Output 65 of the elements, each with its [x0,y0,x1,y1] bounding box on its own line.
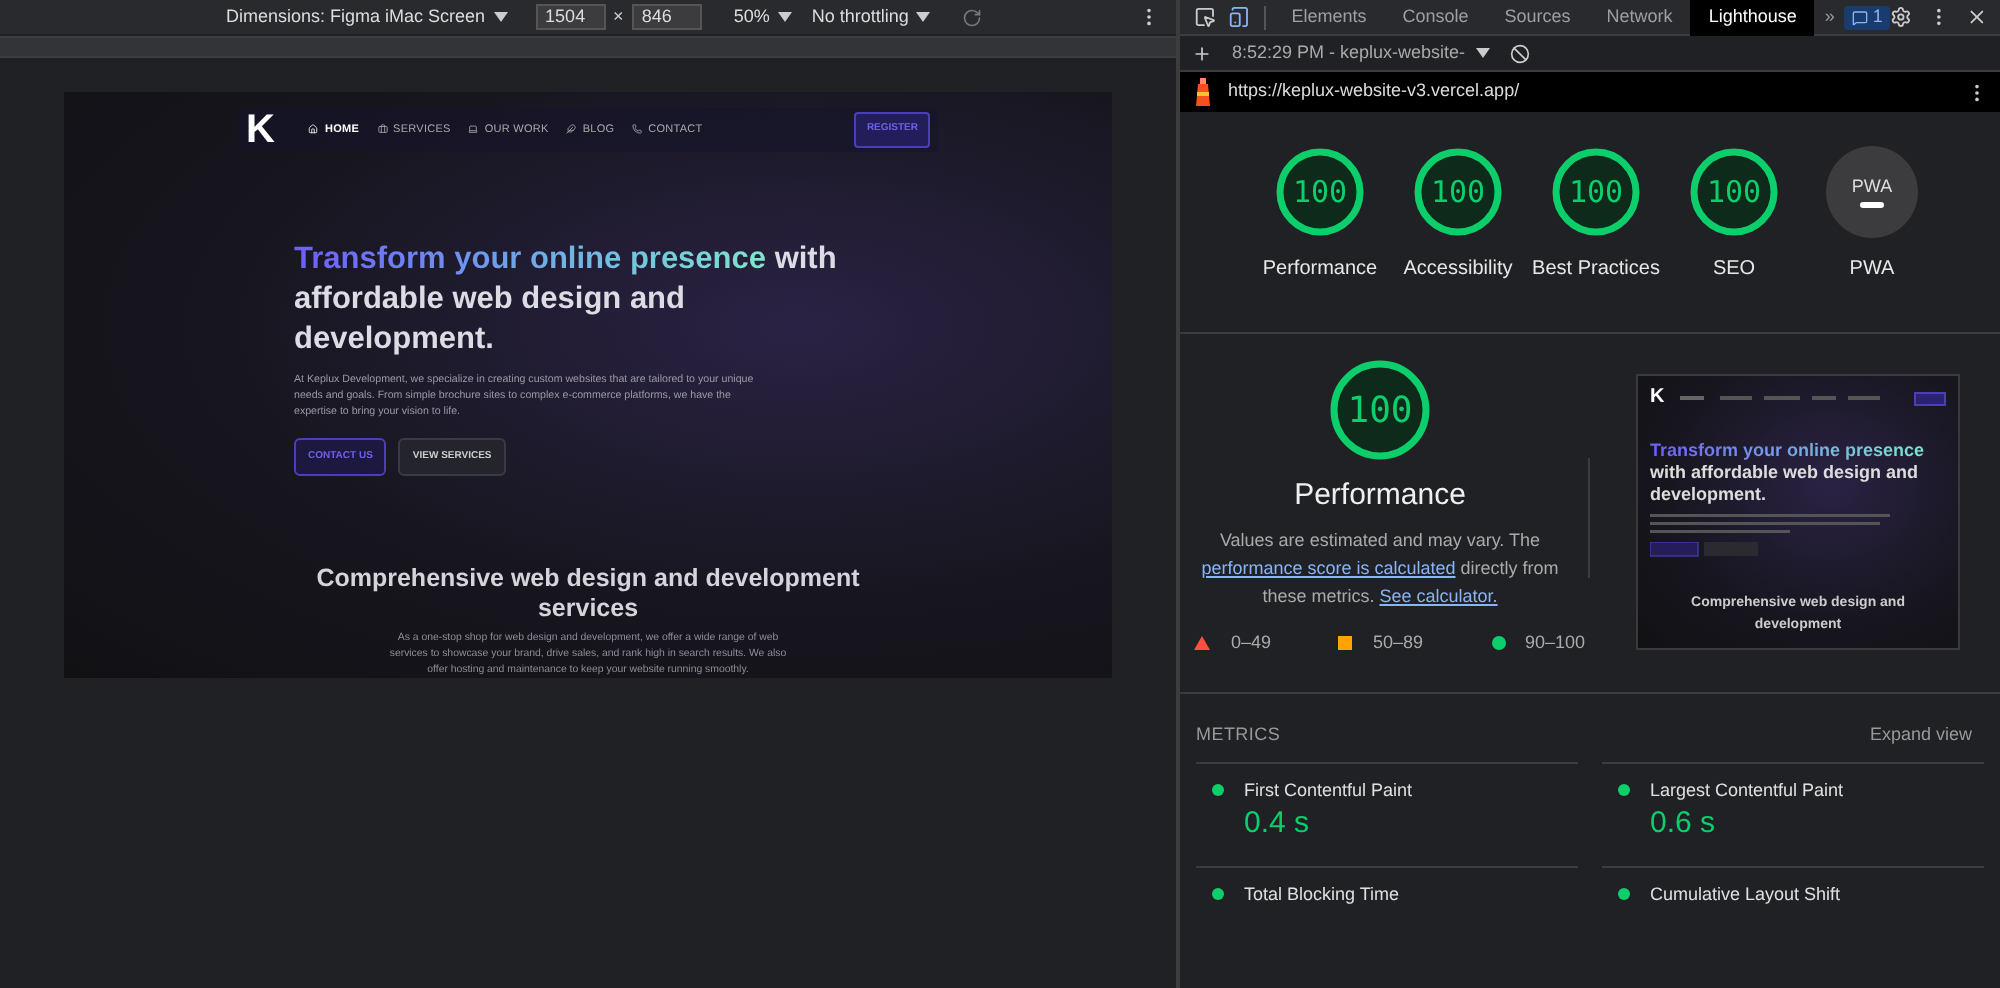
score-calculated-link[interactable]: performance score is calculated [1201,557,1456,577]
legend-label: 0–49 [1230,629,1271,655]
metric-value: 0.6 s [1650,804,1718,844]
height-field[interactable]: 846 [631,4,702,30]
dimensions-dropdown[interactable]: Dimensions: Figma iMac Screen [226,3,508,31]
zoom-dropdown[interactable]: 50% [733,3,792,31]
phone-icon [632,124,643,135]
add-icon[interactable] [1192,43,1212,63]
metric-value: 0.4 s [1244,804,1312,844]
devtools-tab[interactable]: Lighthouse [1690,0,1815,35]
laptop-icon [468,124,479,135]
dropdown-caret-icon [493,12,508,22]
more-tabs-button[interactable]: » [1814,3,1845,31]
score-value: 100 [1706,171,1762,214]
score-value: 100 [1347,387,1413,435]
metric-label: Cumulative Layout Shift [1650,881,1841,908]
score-value: 100 [1292,171,1348,214]
dropdown-caret-icon [916,12,931,22]
width-field[interactable]: 1504 [535,4,606,30]
legend-label: 90–100 [1525,629,1586,655]
close-icon[interactable] [1966,6,1988,28]
devtools-tab[interactable]: Console [1384,0,1487,35]
page-url: https://keplux-website-v3.vercel.app/ [1228,78,1520,105]
metrics-heading: METRICS [1196,722,1281,748]
times-sign: × [613,3,624,30]
metric-label: First Contentful Paint [1244,777,1413,803]
briefcase-icon [377,124,388,135]
hero-headline: Transform your online presence with affordable web design and development. [294,239,839,359]
pwa-label: PWA [1851,177,1893,195]
dash-icon [1860,201,1884,207]
dropdown-caret-icon [1475,48,1490,58]
throttling-dropdown[interactable]: No throttling [811,3,931,31]
performance-title: Performance [1294,476,1466,516]
lighthouse-icon [1192,78,1214,106]
settings-icon[interactable] [1890,6,1913,28]
devtools-tab[interactable]: Elements [1273,0,1385,35]
report-dropdown[interactable]: 8:52:29 PM - keplux-website- [1232,39,1490,67]
home-icon [308,124,319,135]
score-value: 100 [1568,171,1624,214]
score-value: 100 [1430,171,1486,214]
expand-view-button[interactable]: Expand view [1869,722,1972,749]
category-label[interactable]: PWA [1802,256,1942,284]
metric-label: Largest Contentful Paint [1650,777,1844,804]
category-label[interactable]: Performance [1250,256,1390,284]
thumbnail-logo: K [1650,388,1665,408]
site-logo[interactable]: K [246,109,275,150]
score-note: Values are estimated and may vary. The performance score is calculated directly from these metrics. See calculator. [1200,527,1560,609]
feather-icon [566,124,577,135]
device-toggle-icon[interactable] [1227,6,1250,28]
issues-badge[interactable]: 1 [1844,5,1891,29]
devtools-tab[interactable]: Sources [1486,0,1589,35]
inspect-icon[interactable] [1194,6,1216,28]
metric-label: Total Blocking Time [1244,881,1400,908]
rotate-icon[interactable] [962,7,983,27]
category-label[interactable]: Accessibility [1388,256,1528,284]
thumbnail-headline: Transform your online presence with affordable web design and development. [1650,440,1927,506]
dropdown-caret-icon [777,12,792,22]
legend-label: 50–89 [1372,629,1424,655]
category-label[interactable]: Best Practices [1526,256,1666,284]
category-label[interactable]: SEO [1664,256,1804,284]
section-heading: Comprehensive web design and development services [314,564,862,624]
calculator-link[interactable]: See calculator. [1379,585,1498,605]
thumbnail-button-drawing [1914,391,1946,405]
devtools-tab[interactable]: Network [1588,0,1691,35]
clear-icon[interactable] [1509,43,1530,63]
